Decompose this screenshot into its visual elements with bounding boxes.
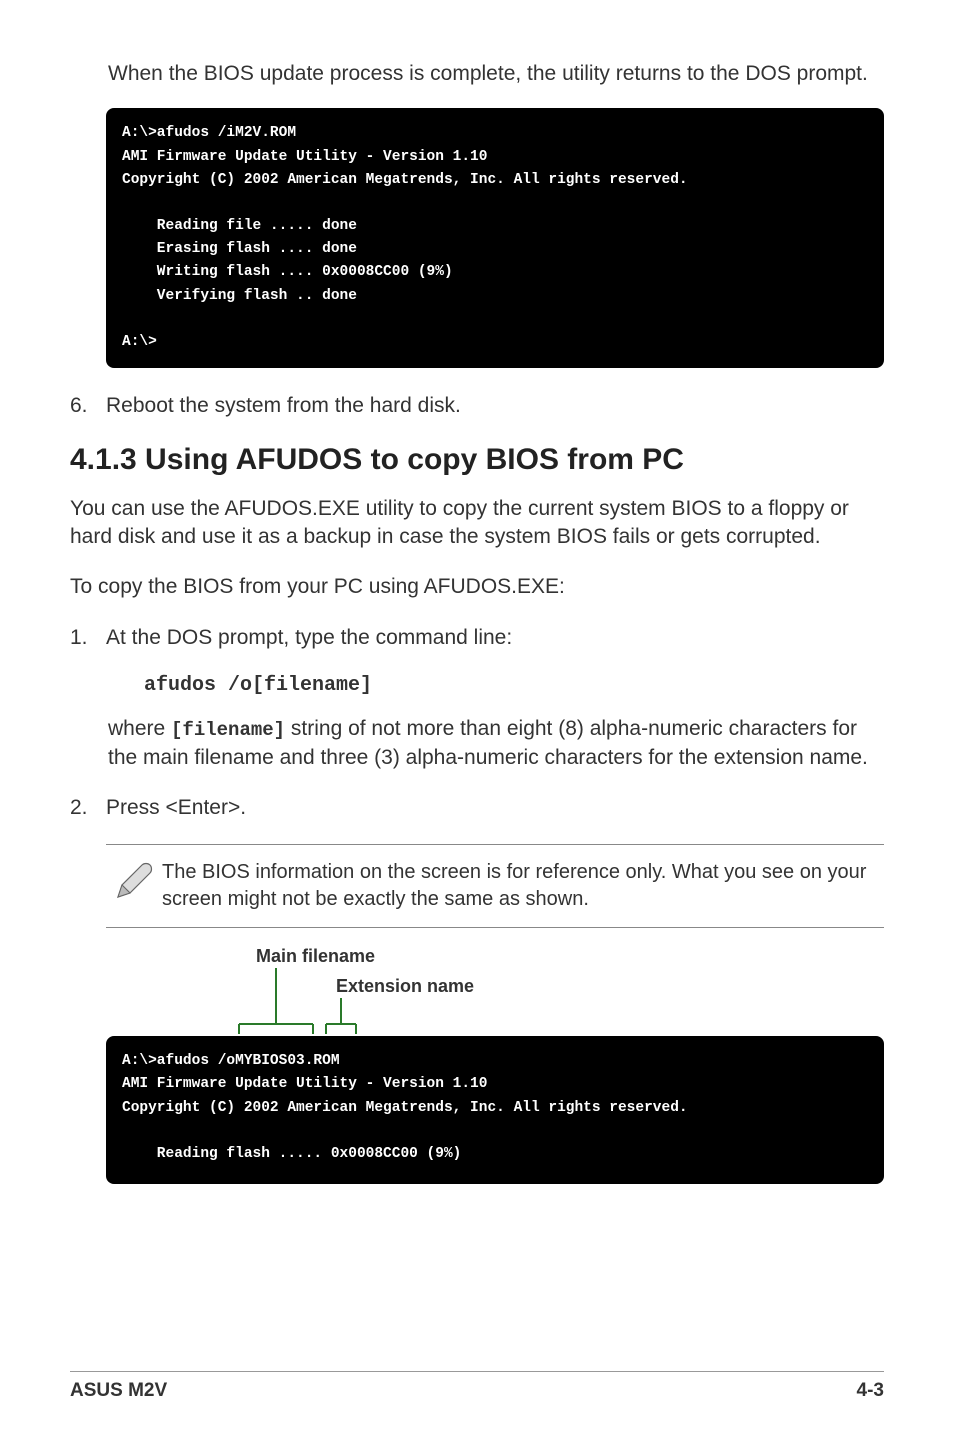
term1-l1: A:\>afudos /iM2V.ROM: [122, 125, 296, 141]
term1-l4: Reading file ..... done: [122, 218, 357, 234]
term1-l5: Erasing flash .... done: [122, 241, 357, 257]
term2-l2: AMI Firmware Update Utility - Version 1.…: [122, 1076, 487, 1092]
step-2-text: Press <Enter>.: [106, 794, 880, 822]
step-1-text: At the DOS prompt, type the command line…: [106, 624, 880, 652]
where-paragraph: where [filename] string of not more than…: [108, 715, 884, 772]
term1-l2: AMI Firmware Update Utility - Version 1.…: [122, 149, 487, 165]
step-2: 2.Press <Enter>.: [70, 794, 884, 822]
terminal-output-2: A:\>afudos /oMYBIOS03.ROM AMI Firmware U…: [106, 1036, 884, 1184]
term1-l8: A:\>: [122, 334, 157, 350]
paragraph-1: You can use the AFUDOS.EXE utility to co…: [70, 495, 884, 552]
note-text: The BIOS information on the screen is fo…: [162, 859, 884, 913]
section-heading: 4.1.3 Using AFUDOS to copy BIOS from PC: [70, 443, 884, 477]
filename-labels: Main filename Extension name: [106, 946, 884, 1036]
term1-l7: Verifying flash .. done: [122, 288, 357, 304]
term2-l1: A:\>afudos /oMYBIOS03.ROM: [122, 1053, 340, 1069]
step-6: 6.Reboot the system from the hard disk.: [70, 392, 884, 420]
intro-paragraph: When the BIOS update process is complete…: [108, 60, 884, 88]
terminal-output-1: A:\>afudos /iM2V.ROM AMI Firmware Update…: [106, 108, 884, 368]
step-6-text: Reboot the system from the hard disk.: [106, 392, 880, 420]
term2-l3: Copyright (C) 2002 American Megatrends, …: [122, 1100, 688, 1116]
paragraph-2: To copy the BIOS from your PC using AFUD…: [70, 573, 884, 601]
footer-right: 4-3: [857, 1380, 884, 1402]
where-code: [filename]: [171, 719, 285, 741]
step-1-number: 1.: [70, 624, 106, 652]
pencil-icon: [106, 859, 162, 903]
term1-l3: Copyright (C) 2002 American Megatrends, …: [122, 172, 688, 188]
page-footer: ASUS M2V 4-3: [70, 1371, 884, 1402]
step-6-number: 6.: [70, 392, 106, 420]
footer-left: ASUS M2V: [70, 1380, 167, 1402]
step-1: 1.At the DOS prompt, type the command li…: [70, 624, 884, 652]
command-line: afudos /o[filename]: [144, 674, 884, 697]
term2-l4: Reading flash ..... 0x0008CC00 (9%): [122, 1146, 461, 1162]
step-2-number: 2.: [70, 794, 106, 822]
where-pre: where: [108, 717, 171, 740]
term1-l6: Writing flash .... 0x0008CC00 (9%): [122, 264, 453, 280]
note-block: The BIOS information on the screen is fo…: [106, 844, 884, 928]
